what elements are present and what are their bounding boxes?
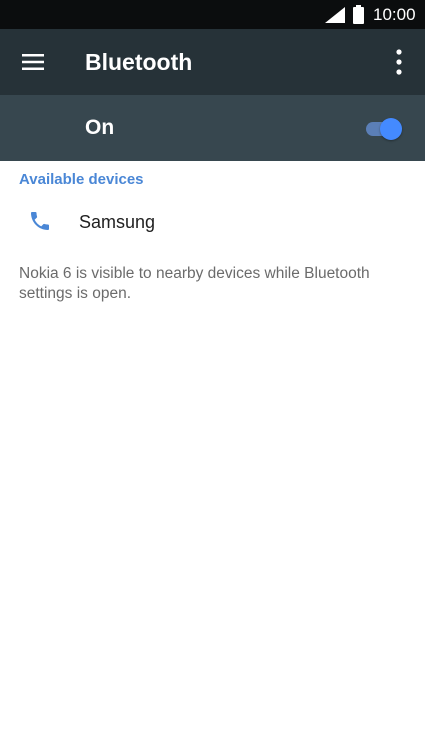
- status-time: 10:00: [373, 5, 416, 24]
- device-name: Samsung: [79, 212, 156, 232]
- switch-state-label: On: [85, 116, 115, 139]
- more-options-button[interactable]: [384, 43, 414, 81]
- visibility-note: Nokia 6 is visible to nearby devices whi…: [19, 265, 370, 302]
- more-vert-icon: [396, 49, 402, 75]
- bluetooth-settings-screen: 10:00 Bluetooth On Available devices Sam…: [0, 0, 425, 756]
- toggle-thumb: [380, 118, 402, 140]
- bluetooth-toggle[interactable]: [364, 117, 404, 141]
- battery-icon: [353, 5, 364, 24]
- page-title: Bluetooth: [85, 49, 193, 75]
- status-bar: 10:00: [0, 0, 425, 29]
- bluetooth-master-switch-bar[interactable]: On: [0, 95, 425, 161]
- hamburger-menu-icon: [22, 54, 44, 70]
- phone-icon: [31, 212, 49, 230]
- signal-icon: [325, 7, 345, 23]
- app-bar: Bluetooth: [0, 29, 425, 95]
- device-item-samsung[interactable]: Samsung: [0, 196, 425, 248]
- available-devices-header: Available devices: [19, 171, 144, 188]
- menu-button[interactable]: [14, 43, 52, 81]
